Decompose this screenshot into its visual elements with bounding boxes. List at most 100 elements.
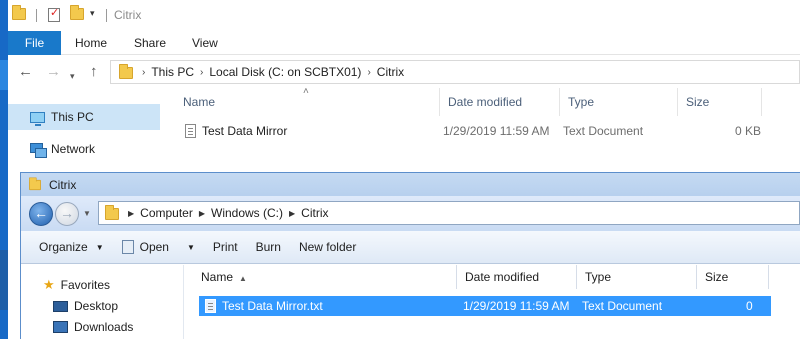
breadcrumb-citrix[interactable]: Citrix [301, 206, 328, 220]
column-size[interactable]: Size [697, 265, 769, 289]
forward-arrow-icon[interactable]: → [46, 64, 61, 80]
nav-label: Downloads [74, 320, 134, 334]
desktop-icon[interactable] [0, 250, 8, 310]
file-date: 1/29/2019 11:59 AM [463, 299, 570, 313]
recent-locations-icon[interactable]: ▾ [70, 68, 75, 84]
file-row[interactable]: Test Data Mirror 1/29/2019 11:59 AM Text… [173, 119, 800, 143]
explorer-window-bottom: Citrix ← → ▼ ▶ Computer ▶ Windows (C:) ▶… [20, 172, 800, 339]
address-box[interactable]: ▶ Computer ▶ Windows (C:) ▶ Citrix [98, 201, 800, 225]
column-date-modified[interactable]: Date modified [440, 88, 560, 116]
column-headers: Name ▲ Date modified Type Size [193, 265, 800, 289]
tab-share[interactable]: Share [134, 31, 166, 55]
chevron-down-icon: ▼ [95, 242, 104, 252]
title-bar: ▾ Citrix [8, 0, 800, 31]
print-button[interactable]: Print [213, 240, 238, 254]
organize-label: Organize [39, 240, 88, 254]
chevron-right-icon[interactable]: ▶ [128, 209, 134, 218]
desktop-background [0, 0, 8, 339]
file-row-selected[interactable]: Test Data Mirror.txt 1/29/2019 11:59 AM … [199, 296, 771, 333]
nav-label: Desktop [74, 299, 119, 313]
file-size: 0 KB [746, 299, 763, 333]
file-name: Test Data Mirror [202, 124, 288, 138]
ribbon-tabs: File Home Share View [8, 31, 800, 55]
folder-icon [119, 64, 133, 79]
file-size: 0 KB [735, 124, 762, 138]
chevron-down-icon[interactable]: ▼ [187, 243, 195, 252]
chevron-right-icon[interactable]: › [200, 67, 203, 78]
file-type: Text Document [563, 124, 644, 138]
file-name: Test Data Mirror.txt [222, 299, 323, 313]
separator [106, 9, 107, 22]
column-date-modified[interactable]: Date modified [457, 265, 577, 289]
file-type: Text Document [582, 299, 663, 313]
window-title: Citrix [49, 178, 77, 192]
downloads-icon [53, 321, 68, 333]
network-icon [30, 142, 47, 158]
breadcrumb-citrix[interactable]: Citrix [377, 65, 404, 79]
column-type[interactable]: Type [560, 88, 678, 116]
nav-label: Network [51, 142, 96, 156]
column-size[interactable]: Size [678, 88, 762, 116]
nav-item-downloads[interactable]: Downloads [41, 317, 133, 337]
nav-item-desktop[interactable]: Desktop [41, 296, 118, 316]
desktop-icon [53, 300, 68, 312]
breadcrumb-local-disk[interactable]: Local Disk (C: on SCBTX01) [209, 65, 361, 79]
new-folder-icon[interactable] [70, 5, 84, 20]
file-date: 1/29/2019 11:59 AM [443, 124, 550, 138]
customize-toolbar-icon[interactable]: ▾ [90, 8, 95, 19]
breadcrumb-computer[interactable]: Computer [140, 206, 193, 220]
chevron-right-icon[interactable]: › [142, 67, 145, 78]
chevron-right-icon[interactable]: › [367, 67, 370, 78]
tab-home[interactable]: Home [75, 31, 107, 55]
column-name[interactable]: Name ▲ [193, 265, 457, 289]
new-folder-button[interactable]: New folder [299, 240, 356, 254]
open-button[interactable]: Open ▼ [121, 240, 195, 254]
open-label: Open [139, 240, 169, 254]
folder-icon [29, 177, 41, 191]
sort-ascending-icon: ▲ [239, 274, 247, 283]
tab-view[interactable]: View [192, 31, 218, 55]
navigation-pane: ★ Favorites Desktop Downloads [21, 265, 184, 339]
command-bar: Organize ▼ Open ▼ Print Burn New folder [21, 231, 800, 264]
address-bar-area: ← → ▾ ↑ › This PC › Local Disk (C: on SC… [8, 56, 800, 88]
column-name[interactable]: Name [175, 88, 440, 116]
column-headers: ˄ Name Date modified Type Size [173, 86, 800, 116]
desktop-icon[interactable] [0, 60, 8, 90]
star-icon: ★ [43, 277, 55, 292]
text-file-icon [205, 299, 216, 313]
explorer-window-top: ▾ Citrix File Home Share View ← → ▾ ↑ › … [8, 0, 800, 170]
back-arrow-icon[interactable]: ← [29, 202, 53, 226]
folder-icon [12, 5, 26, 20]
nav-label: This PC [51, 110, 94, 124]
tab-file[interactable]: File [8, 31, 61, 55]
pc-icon [30, 111, 45, 126]
back-arrow-icon[interactable]: ← [18, 64, 33, 80]
separator [36, 9, 37, 22]
open-icon [121, 240, 134, 254]
file-name-cell: Test Data Mirror [185, 119, 287, 143]
forward-arrow-icon[interactable]: → [55, 202, 79, 226]
nav-label: Favorites [60, 278, 111, 292]
title-bar: Citrix [21, 173, 800, 196]
navigation-pane: This PC Network [8, 88, 163, 170]
file-name-cell: Test Data Mirror.txt [205, 296, 323, 316]
breadcrumb-this-pc[interactable]: This PC [151, 65, 194, 79]
up-arrow-icon[interactable]: ↑ [90, 64, 98, 80]
recent-pages-icon[interactable]: ▼ [83, 209, 91, 218]
chevron-right-icon[interactable]: ▶ [289, 209, 295, 218]
column-type[interactable]: Type [577, 265, 697, 289]
properties-icon[interactable] [48, 6, 60, 22]
nav-item-network[interactable]: Network [8, 136, 160, 162]
nav-item-favorites[interactable]: ★ Favorites [43, 275, 110, 295]
nav-item-this-pc[interactable]: This PC [8, 104, 160, 130]
breadcrumb-windows-c[interactable]: Windows (C:) [211, 206, 283, 220]
window-title: Citrix [114, 8, 142, 22]
column-name-label: Name [201, 270, 234, 284]
folder-icon [105, 205, 119, 220]
address-box[interactable]: › This PC › Local Disk (C: on SCBTX01) ›… [110, 60, 800, 84]
address-bar-area: ← → ▼ ▶ Computer ▶ Windows (C:) ▶ Citrix [21, 196, 800, 231]
text-file-icon [185, 124, 196, 138]
burn-button[interactable]: Burn [256, 240, 281, 254]
chevron-right-icon[interactable]: ▶ [199, 209, 205, 218]
organize-button[interactable]: Organize ▼ [39, 240, 104, 254]
